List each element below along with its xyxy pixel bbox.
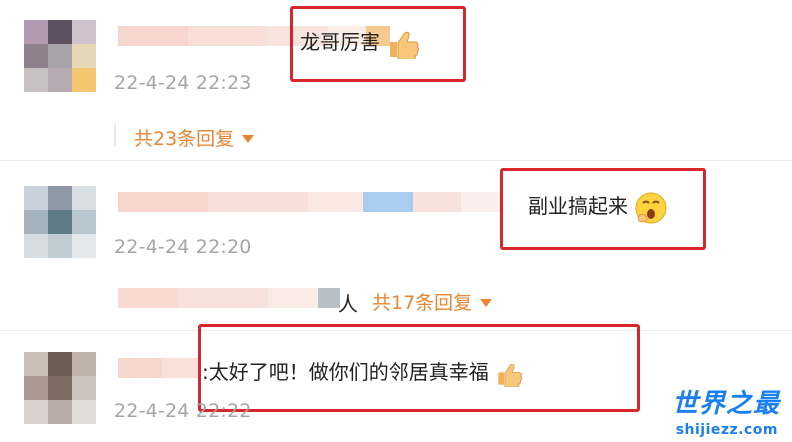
thumbs-up-icon <box>498 363 523 387</box>
avatar[interactable] <box>24 186 96 258</box>
chevron-down-icon <box>242 134 255 143</box>
reply-preview-text: 人 <box>338 292 358 316</box>
comment-text: :太好了吧！做你们的邻居真幸福 <box>202 356 523 387</box>
timestamp: 22-4-24 22:23 <box>114 72 252 94</box>
reply-thread-bar <box>114 124 116 146</box>
watermark-title: 世界之最 <box>671 389 780 419</box>
replies-count: 共23条回复 <box>134 128 235 150</box>
view-replies-link[interactable]: 共17条回复 <box>372 288 493 315</box>
username-blurred[interactable] <box>118 358 200 378</box>
username-blurred[interactable] <box>118 192 501 212</box>
avatar[interactable] <box>24 20 96 92</box>
comment-divider <box>0 160 792 161</box>
comment-body: 副业搞起来 <box>528 194 628 218</box>
comment-body: 龙哥厉害 <box>300 30 380 54</box>
watermark-url: shijiezz.com <box>675 422 778 438</box>
chevron-down-icon <box>480 298 493 307</box>
avatar[interactable] <box>24 352 96 424</box>
reply-preview-blurred <box>118 288 340 308</box>
comment-text: 龙哥厉害 <box>300 26 420 59</box>
comment-text: 副业搞起来 <box>528 190 668 225</box>
timestamp: 22-4-24 22:20 <box>114 236 252 258</box>
replies-count: 共17条回复 <box>372 292 473 314</box>
yawning-face-icon <box>635 192 667 223</box>
comment-body: :太好了吧！做你们的邻居真幸福 <box>202 360 489 384</box>
thumbs-up-icon <box>390 31 420 59</box>
view-replies-link[interactable]: 共23条回复 <box>134 124 255 151</box>
timestamp: 22-4-24 22:22 <box>114 400 252 422</box>
